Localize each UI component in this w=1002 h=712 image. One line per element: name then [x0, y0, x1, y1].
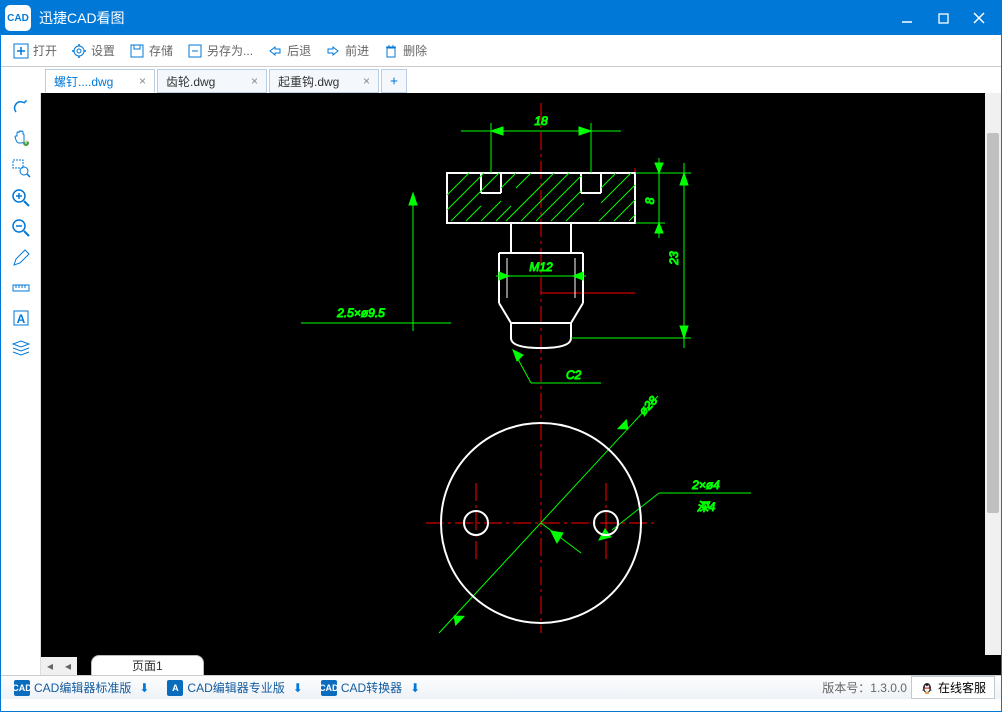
main-area: + A: [1, 93, 1001, 675]
tab-close-icon[interactable]: ×: [139, 74, 146, 88]
title-bar: CAD 迅捷CAD看图: [1, 1, 1001, 35]
svg-text:2.5×ø9.5: 2.5×ø9.5: [336, 306, 385, 320]
forward-label: 前进: [345, 42, 369, 59]
status-bar: CAD CAD编辑器标准版 ⬇ A CAD编辑器专业版 ⬇ CAD CAD转换器…: [1, 675, 1001, 699]
tab-label: 螺钉....dwg: [54, 73, 113, 90]
download-icon: ⬇: [139, 681, 149, 695]
file-tab-2[interactable]: 起重钩.dwg ×: [269, 69, 379, 93]
support-label: 在线客服: [938, 679, 986, 696]
back-button[interactable]: 后退: [261, 38, 317, 63]
select-tool[interactable]: [6, 95, 36, 121]
page-tab[interactable]: 页面1: [91, 655, 204, 675]
add-tab-button[interactable]: [381, 69, 407, 93]
forward-button[interactable]: 前进: [319, 38, 375, 63]
scrollbar-thumb[interactable]: [987, 133, 999, 513]
maximize-icon: [938, 13, 949, 24]
saveas-label: 另存为...: [207, 42, 253, 59]
svg-text:8: 8: [643, 197, 657, 204]
plus-icon: [390, 75, 398, 87]
cad-icon: CAD: [14, 680, 30, 696]
save-icon: [129, 43, 145, 59]
back-label: 后退: [287, 42, 311, 59]
svg-text:23: 23: [667, 251, 681, 266]
trash-icon: [383, 43, 399, 59]
editor-pro-label: CAD编辑器专业版: [187, 679, 284, 696]
measure-tool[interactable]: [6, 275, 36, 301]
delete-button[interactable]: 删除: [377, 38, 433, 63]
app-title: 迅捷CAD看图: [39, 8, 889, 28]
saveas-icon: [187, 43, 203, 59]
scroll-left-button[interactable]: ◂: [41, 657, 59, 675]
gear-icon: [71, 43, 87, 59]
svg-text:深4: 深4: [697, 500, 716, 514]
cad-drawing: 18 23 8 M12 2.5×ø9.5: [41, 93, 985, 655]
vertical-scrollbar[interactable]: [985, 93, 1001, 655]
svg-text:2×ø4: 2×ø4: [691, 478, 720, 492]
cad-icon: CAD: [321, 680, 337, 696]
text-tool[interactable]: A: [6, 305, 36, 331]
drawing-canvas[interactable]: 18 23 8 M12 2.5×ø9.5: [41, 93, 1001, 675]
layers-tool[interactable]: [6, 335, 36, 361]
save-label: 存储: [149, 42, 173, 59]
svg-text:+: +: [22, 134, 29, 148]
plus-icon: [13, 43, 29, 59]
maximize-button[interactable]: [925, 1, 961, 35]
pan-tool[interactable]: +: [6, 125, 36, 151]
saveas-button[interactable]: 另存为...: [181, 38, 259, 63]
undo-icon: [267, 43, 283, 59]
page-tab-label: 页面1: [132, 657, 163, 674]
edit-tool[interactable]: [6, 245, 36, 271]
editor-pro-link[interactable]: A CAD编辑器专业版 ⬇: [160, 676, 309, 699]
delete-label: 删除: [403, 42, 427, 59]
download-icon: ⬇: [293, 681, 303, 695]
side-toolbar: + A: [1, 93, 41, 675]
open-label: 打开: [33, 42, 57, 59]
converter-label: CAD转换器: [341, 679, 402, 696]
tab-bar: 螺钉....dwg × 齿轮.dwg × 起重钩.dwg ×: [1, 67, 1001, 93]
minimize-button[interactable]: [889, 1, 925, 35]
settings-button[interactable]: 设置: [65, 38, 121, 63]
tab-close-icon[interactable]: ×: [363, 74, 370, 88]
app-logo: CAD: [5, 5, 31, 31]
editor-std-label: CAD编辑器标准版: [34, 679, 131, 696]
main-toolbar: 打开 设置 存储 另存为... 后退 前进 删除: [1, 35, 1001, 67]
tab-label: 齿轮.dwg: [166, 73, 215, 90]
settings-label: 设置: [91, 42, 115, 59]
open-button[interactable]: 打开: [7, 38, 63, 63]
qq-icon: [920, 681, 934, 695]
svg-text:M12: M12: [529, 260, 553, 274]
cad-icon: A: [167, 680, 183, 696]
close-icon: [973, 12, 985, 24]
svg-text:C2: C2: [566, 368, 582, 382]
zoom-out-tool[interactable]: [6, 215, 36, 241]
save-button[interactable]: 存储: [123, 38, 179, 63]
svg-text:18: 18: [534, 114, 548, 128]
support-button[interactable]: 在线客服: [911, 676, 995, 699]
minimize-icon: [901, 12, 913, 24]
tab-close-icon[interactable]: ×: [251, 74, 258, 88]
close-button[interactable]: [961, 1, 997, 35]
converter-link[interactable]: CAD CAD转换器 ⬇: [314, 676, 427, 699]
file-tab-0[interactable]: 螺钉....dwg ×: [45, 69, 155, 93]
download-icon: ⬇: [410, 681, 420, 695]
tab-label: 起重钩.dwg: [278, 73, 339, 90]
zoom-window-tool[interactable]: [6, 155, 36, 181]
svg-text:A: A: [16, 312, 25, 326]
version-text: 版本号：1.3.0.0: [822, 679, 907, 696]
file-tab-1[interactable]: 齿轮.dwg ×: [157, 69, 267, 93]
redo-icon: [325, 43, 341, 59]
scroll-left2-button[interactable]: ◂: [59, 657, 77, 675]
zoom-in-tool[interactable]: [6, 185, 36, 211]
editor-standard-link[interactable]: CAD CAD编辑器标准版 ⬇: [7, 676, 156, 699]
